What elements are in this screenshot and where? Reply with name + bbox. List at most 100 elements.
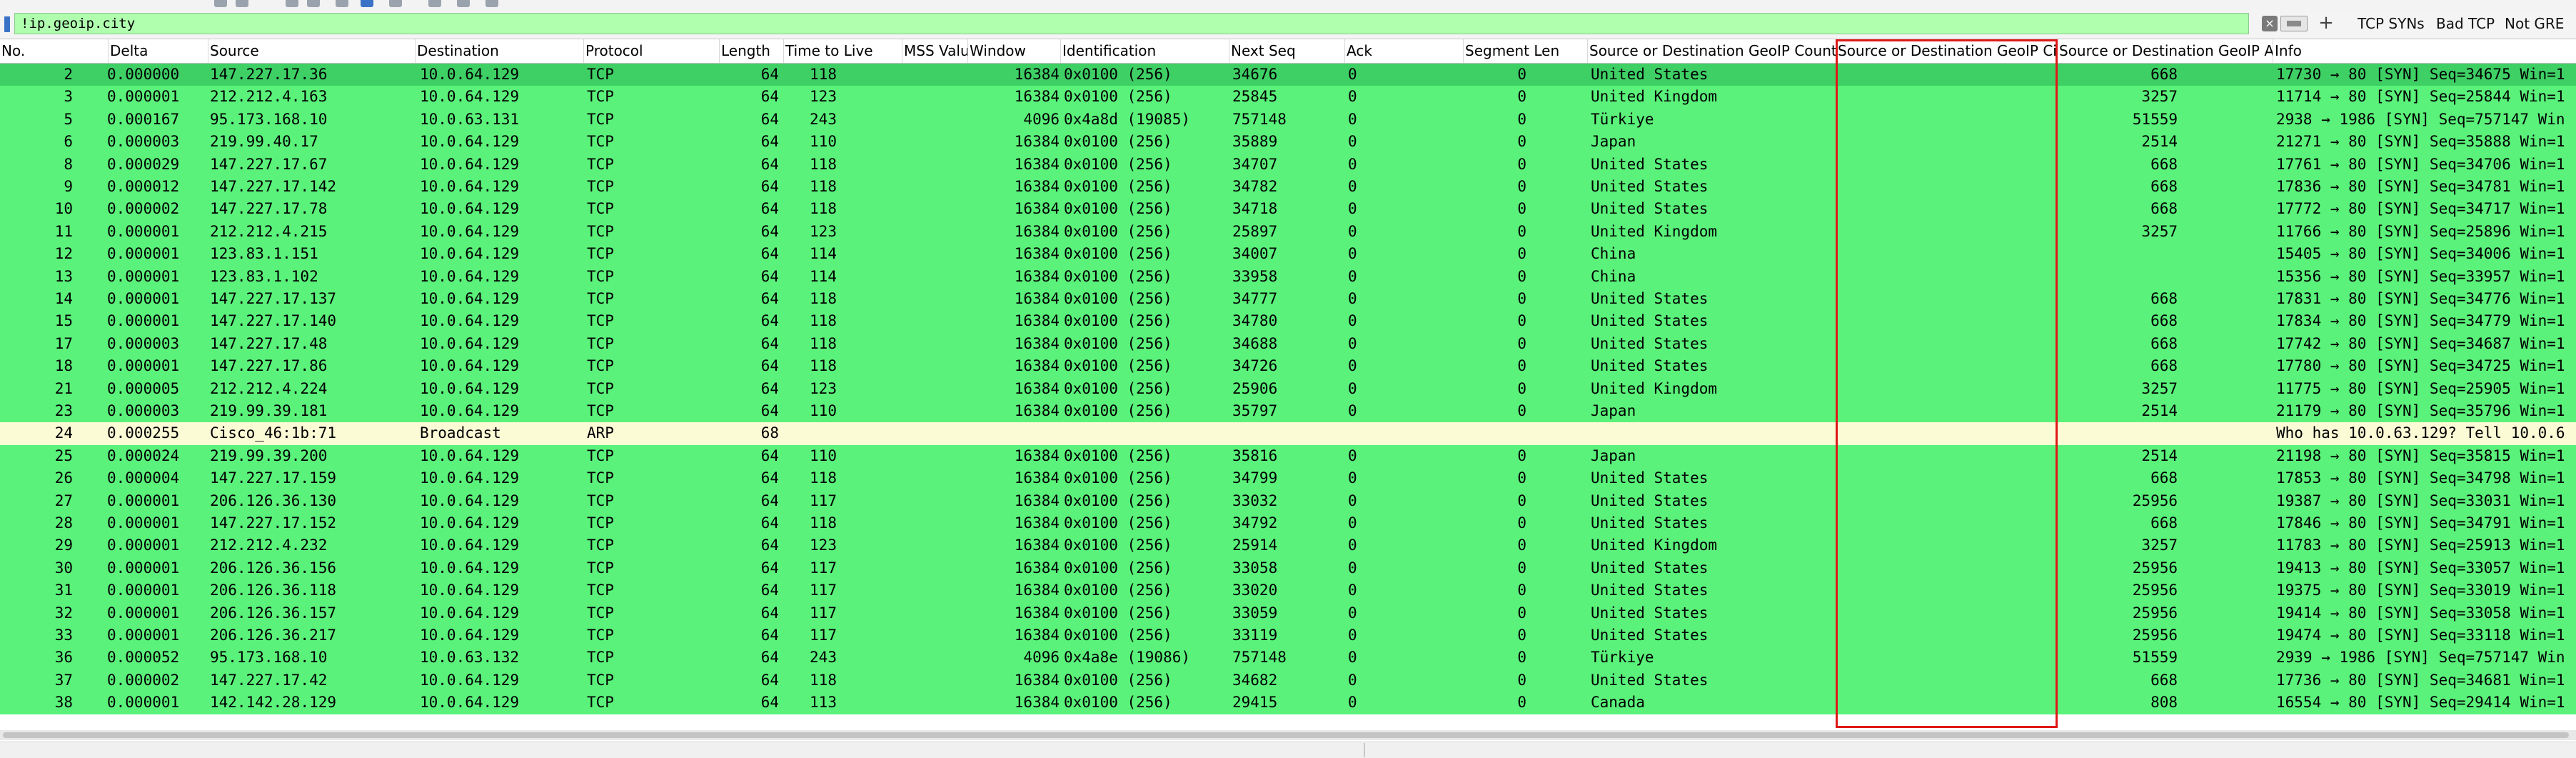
cell-geoip-city	[1838, 445, 2058, 467]
cell-geoip-city	[1838, 490, 2058, 512]
cell-mss	[902, 333, 967, 355]
cell-info: 21271 → 80 [SYN] Seq=35888 Win=1	[2276, 133, 2565, 151]
packet-row[interactable]: 8 0.000029 147.227.17.67 10.0.64.129 TCP 64 11…	[0, 153, 2576, 176]
cell-source: 147.227.17.86	[210, 357, 328, 375]
packet-row[interactable]: 17 0.000003 147.227.17.48 10.0.64.129 TCP 64 1…	[0, 332, 2576, 356]
toolbar-icon[interactable]	[214, 0, 227, 7]
cell-source: 147.227.17.42	[210, 671, 328, 689]
packet-row[interactable]: 36 0.000052 95.173.168.10 10.0.63.132 TCP 64 2…	[0, 647, 2576, 669]
packet-row[interactable]: 15 0.000001 147.227.17.140 10.0.64.129 TCP 64…	[0, 310, 2576, 333]
packet-row[interactable]: 26 0.000004 147.227.17.159 10.0.64.129 TCP 64…	[0, 467, 2576, 490]
toolbar-icon[interactable]	[361, 0, 373, 7]
packet-row[interactable]: 27 0.000001 206.126.36.130 10.0.64.129 TCP 64…	[0, 489, 2576, 512]
cell-next-seq: 25897	[1232, 222, 1278, 240]
packet-row[interactable]: 11 0.000001 212.212.4.215 10.0.64.129 TCP 64 1…	[0, 220, 2576, 244]
cell-info: 17772 → 80 [SYN] Seq=34717 Win=1	[2276, 200, 2565, 218]
column-header-info[interactable]: Info	[2273, 39, 2576, 63]
cell-ack: 0	[1348, 559, 1357, 577]
column-header-length[interactable]: Length	[720, 39, 784, 63]
cell-mss	[902, 176, 967, 198]
filter-button-tcp-syns[interactable]: TCP SYNs	[2358, 13, 2425, 34]
packet-row[interactable]: 32 0.000001 206.126.36.157 10.0.64.129 TCP 64…	[0, 602, 2576, 624]
column-header-geoip-asn[interactable]: Source or Destination GeoIP AS N	[2058, 39, 2273, 63]
column-header-protocol[interactable]: Protocol	[584, 39, 720, 63]
column-header-window[interactable]: Window	[968, 39, 1061, 63]
cell-mss	[902, 154, 967, 176]
packet-row[interactable]: 6 0.000003 219.99.40.17 10.0.64.129 TCP 64 110…	[0, 131, 2576, 154]
cell-info: 2939 → 1986 [SYN] Seq=757147 Win	[2276, 649, 2565, 667]
column-header-geoip-city[interactable]: Source or Destination GeoIP City	[1836, 39, 2058, 63]
packet-row[interactable]: 5 0.000167 95.173.168.10 10.0.63.131 TCP 64 24…	[0, 108, 2576, 131]
packet-row[interactable]: 9 0.000012 147.227.17.142 10.0.64.129 TCP 64 1…	[0, 176, 2576, 199]
cell-identification: 0x0100 (256)	[1064, 88, 1172, 106]
filter-button-not-gre[interactable]: Not GRE	[2505, 13, 2564, 34]
bookmark-icon[interactable]	[4, 16, 10, 32]
scrollbar-thumb[interactable]	[3, 732, 2569, 738]
toolbar-icon[interactable]	[485, 0, 498, 7]
packet-row[interactable]: 12 0.000001 123.83.1.151 10.0.64.129 TCP 64 11…	[0, 243, 2576, 266]
cell-segment-len: 0	[1517, 357, 1526, 375]
column-header-source[interactable]: Source	[208, 39, 416, 63]
cell-geoip-asn: 668	[2150, 469, 2178, 487]
column-header-destination[interactable]: Destination	[416, 39, 584, 63]
packet-row[interactable]: 14 0.000001 147.227.17.137 10.0.64.129 TCP 64…	[0, 288, 2576, 311]
packet-row[interactable]: 37 0.000002 147.227.17.42 10.0.64.129 TCP 64 1…	[0, 669, 2576, 692]
column-header-delta[interactable]: Delta	[109, 39, 208, 63]
column-header-mss[interactable]: MSS Valu	[902, 39, 968, 63]
cell-geoip-asn: 668	[2150, 290, 2178, 307]
packet-row[interactable]: 13 0.000001 123.83.1.102 10.0.64.129 TCP 64 11…	[0, 265, 2576, 288]
cell-ttl: 110	[810, 133, 837, 151]
packet-row[interactable]: 28 0.000001 147.227.17.152 10.0.64.129 TCP 64…	[0, 512, 2576, 535]
packet-row[interactable]: 3 0.000001 212.212.4.163 10.0.64.129 TCP 64 12…	[0, 86, 2576, 109]
column-header-ttl[interactable]: Time to Live	[784, 39, 902, 63]
packet-row[interactable]: 2 0.000000 147.227.17.36 10.0.64.129 TCP 64 11…	[0, 64, 2576, 86]
cell-ack: 0	[1348, 604, 1357, 622]
packet-row-arp[interactable]: 24 0.000255 Cisco_46:1b:71 Broadcast ARP 68 Wh…	[0, 422, 2576, 445]
cell-protocol: TCP	[587, 537, 614, 554]
cell-destination: 10.0.64.129	[420, 66, 520, 83]
packet-row[interactable]: 33 0.000001 206.126.36.217 10.0.64.129 TCP 64…	[0, 624, 2576, 647]
column-header-geoip-country[interactable]: Source or Destination GeoIP Country	[1588, 39, 1836, 63]
packet-row[interactable]: 21 0.000005 212.212.4.224 10.0.64.129 TCP 64 1…	[0, 377, 2576, 400]
column-header-segment-len[interactable]: Segment Len	[1464, 39, 1588, 63]
toolbar-icon[interactable]	[428, 0, 441, 7]
column-header-identification[interactable]: Identification	[1061, 39, 1229, 63]
column-header-no[interactable]: No.	[0, 39, 109, 63]
packet-row[interactable]: 23 0.000003 219.99.39.181 10.0.64.129 TCP 64 1…	[0, 400, 2576, 423]
cell-next-seq: 35797	[1232, 402, 1278, 419]
cell-protocol: TCP	[587, 694, 614, 712]
toolbar-icon[interactable]	[307, 0, 320, 7]
apply-icon[interactable]	[2280, 16, 2308, 31]
packet-row[interactable]: 38 0.000001 142.142.28.129 10.0.64.129 TCP 64…	[0, 692, 2576, 714]
toolbar-icon[interactable]	[236, 0, 248, 7]
packet-row[interactable]: 29 0.000001 212.212.4.232 10.0.64.129 TCP 64 1…	[0, 534, 2576, 557]
packet-row[interactable]: 25 0.000024 219.99.39.200 10.0.64.129 TCP 64 1…	[0, 444, 2576, 468]
clear-icon[interactable]: ×	[2262, 16, 2278, 31]
cell-next-seq: 34718	[1232, 200, 1278, 218]
toolbar-icon[interactable]	[389, 0, 402, 7]
cell-protocol: TCP	[587, 402, 614, 419]
status-divider[interactable]	[1364, 743, 1365, 757]
cell-ack: 0	[1348, 133, 1357, 151]
packet-row[interactable]: 18 0.000001 147.227.17.86 10.0.64.129 TCP 64 1…	[0, 355, 2576, 378]
cell-length: 64	[760, 537, 779, 554]
column-header-ack[interactable]: Ack	[1345, 39, 1464, 63]
packet-row[interactable]: 10 0.000002 147.227.17.78 10.0.64.129 TCP 64 1…	[0, 198, 2576, 221]
filter-button-bad-tcp[interactable]: Bad TCP	[2436, 13, 2495, 34]
cell-destination: 10.0.64.129	[420, 200, 520, 218]
cell-protocol: TCP	[587, 267, 614, 285]
cell-next-seq: 33020	[1232, 582, 1278, 599]
cell-geoip-country: United States	[1591, 334, 1709, 352]
cell-segment-len: 0	[1517, 649, 1526, 667]
toolbar-icon[interactable]	[457, 0, 470, 7]
display-filter-input[interactable]	[14, 13, 2249, 34]
cell-delta: 0.000255	[107, 424, 180, 442]
cell-identification: 0x0100 (256)	[1064, 559, 1172, 577]
toolbar-icon[interactable]	[336, 0, 348, 7]
add-icon[interactable]: +	[2318, 12, 2335, 34]
cell-window: 16384	[1014, 582, 1060, 599]
packet-row[interactable]: 31 0.000001 206.126.36.118 10.0.64.129 TCP 64…	[0, 579, 2576, 602]
packet-row[interactable]: 30 0.000001 206.126.36.156 10.0.64.129 TCP 64…	[0, 557, 2576, 580]
column-header-next-seq[interactable]: Next Seq	[1229, 39, 1345, 63]
toolbar-icon[interactable]	[286, 0, 298, 7]
